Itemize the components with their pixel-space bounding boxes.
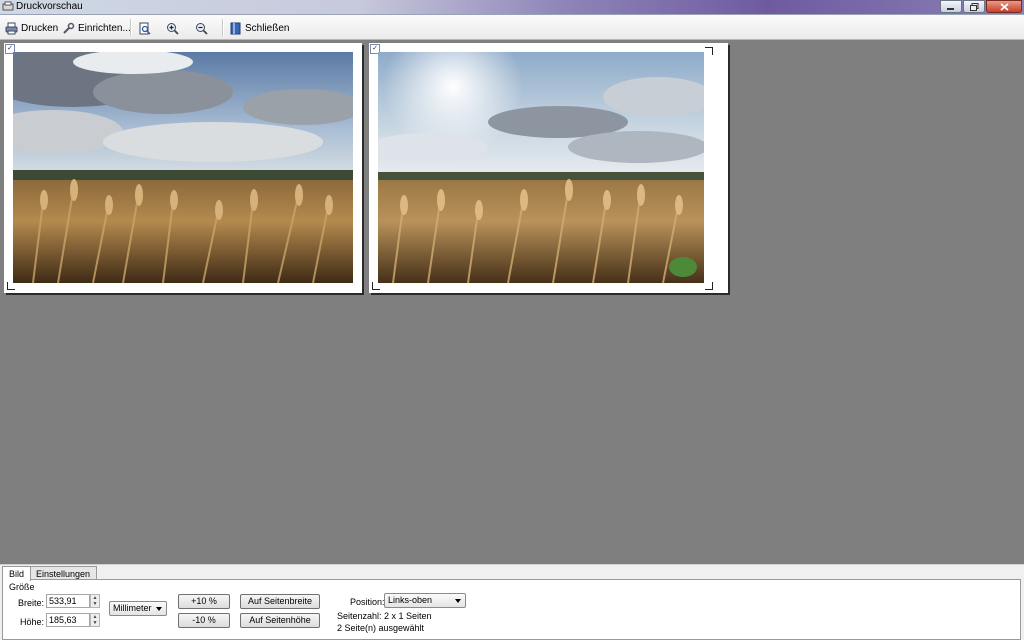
wheat-field-right-icon — [378, 52, 704, 283]
fit-width-button[interactable]: Auf Seitenbreite — [240, 594, 320, 609]
width-field[interactable]: 533,91 — [46, 594, 90, 608]
height-spinner[interactable]: ▲ ▼ — [90, 613, 100, 627]
print-label: Drucken — [21, 22, 59, 34]
zoom-in-icon — [167, 22, 179, 35]
maximize-icon — [969, 2, 978, 11]
height-field[interactable]: 185,63 — [46, 613, 90, 627]
decrease-size-button[interactable]: -10 % — [178, 613, 230, 628]
tab-einstellungen[interactable]: Einstellungen — [29, 566, 98, 580]
settings-panel: Bild Einstellungen Größe Breite: 533,91 … — [0, 564, 1024, 640]
print-button[interactable]: Drucken — [5, 20, 58, 36]
setup-button[interactable]: Einrichten... — [62, 20, 131, 36]
page-margin-marker — [705, 47, 713, 55]
unit-value: Millimeter — [113, 603, 152, 613]
app-icon — [2, 1, 14, 11]
position-label: Position: — [350, 597, 385, 607]
setup-label: Einrichten... — [78, 22, 131, 34]
zoom-out-button[interactable] — [195, 20, 208, 36]
selected-pages-text: 2 Seite(n) ausgewählt — [337, 623, 425, 633]
page-margin-marker — [7, 282, 15, 290]
minimize-icon — [947, 7, 954, 10]
page-view-icon — [139, 22, 151, 35]
increase-size-button[interactable]: +10 % — [178, 594, 230, 609]
printer-icon — [5, 22, 18, 34]
window-title: Druckvorschau — [16, 1, 83, 12]
page-view-button[interactable] — [138, 20, 151, 36]
width-label: Breite: — [18, 598, 45, 608]
preview-page-2[interactable]: ✓ — [369, 43, 728, 293]
chevron-down-icon — [156, 607, 162, 611]
toolbar-separator — [222, 19, 224, 36]
zoom-in-button[interactable] — [166, 20, 179, 36]
title-bar: Druckvorschau — [0, 0, 1024, 15]
close-preview-label: Schließen — [245, 22, 290, 34]
page-count-text: Seitenzahl: 2 x 1 Seiten — [337, 611, 432, 621]
zoom-out-icon — [196, 22, 208, 35]
width-spinner[interactable]: ▲ ▼ — [90, 594, 100, 608]
wrench-icon — [63, 22, 75, 34]
position-select[interactable]: Links-oben — [384, 593, 466, 608]
minimize-button[interactable] — [940, 0, 962, 13]
page-margin-marker — [372, 282, 380, 290]
close-book-icon — [230, 22, 241, 34]
unit-select[interactable]: Millimeter — [109, 601, 167, 616]
tab-bild[interactable]: Bild — [2, 566, 32, 581]
size-group-label: Größe — [9, 582, 35, 592]
position-value: Links-oben — [388, 595, 433, 605]
chevron-down-icon — [455, 599, 461, 603]
preview-page-1[interactable]: ✓ — [4, 43, 362, 293]
maximize-button[interactable] — [963, 0, 985, 13]
close-icon — [999, 2, 1009, 11]
fit-height-button[interactable]: Auf Seitenhöhe — [240, 613, 320, 628]
close-window-button[interactable] — [986, 0, 1022, 13]
height-label: Höhe: — [20, 617, 45, 627]
page-margin-marker — [705, 282, 713, 290]
close-preview-button[interactable]: Schließen — [229, 20, 289, 36]
toolbar: Drucken Einrichten... Schließen — [0, 15, 1024, 40]
toolbar-separator — [130, 19, 132, 36]
wheat-field-left-icon — [13, 52, 353, 283]
